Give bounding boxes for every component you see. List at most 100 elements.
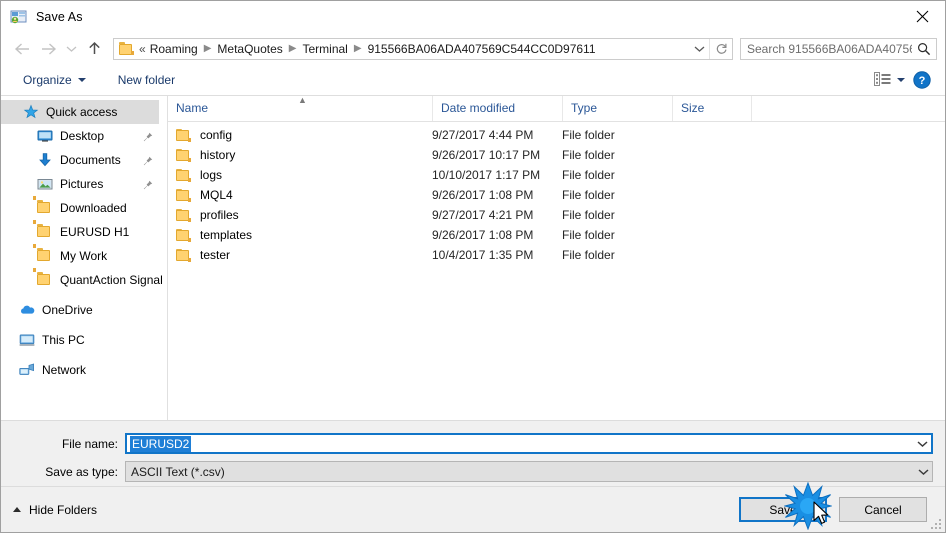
dialog-footer: Hide Folders Save Cancel: [1, 486, 945, 532]
sidebar-item-documents[interactable]: Documents: [1, 148, 167, 172]
sidebar-item-pictures[interactable]: Pictures: [1, 172, 167, 196]
file-type: File folder: [562, 168, 615, 182]
save-as-type-value: ASCII Text (*.csv): [131, 464, 225, 479]
sidebar-item-label: Downloaded: [60, 201, 127, 215]
chevron-down-icon[interactable]: [914, 468, 932, 476]
pin-icon[interactable]: [143, 131, 153, 142]
column-header-type[interactable]: Type: [562, 96, 672, 121]
sidebar-item-label: Pictures: [60, 177, 104, 191]
view-options-icon: [874, 71, 891, 89]
cancel-button-label: Cancel: [864, 502, 902, 517]
table-row[interactable]: history 9/26/2017 10:17 PM File folder: [168, 145, 945, 165]
chevron-down-icon[interactable]: [913, 440, 931, 448]
file-name: MQL4: [200, 188, 233, 202]
recent-locations-chevron-down-icon[interactable]: [61, 36, 81, 62]
new-folder-button[interactable]: New folder: [112, 65, 181, 95]
sidebar-item-label: Documents: [60, 153, 121, 167]
column-header-name[interactable]: ▲ Name: [168, 96, 432, 121]
breadcrumb-item-roaming[interactable]: Roaming: [149, 42, 199, 56]
up-arrow-icon[interactable]: [81, 36, 107, 62]
back-arrow-icon[interactable]: [9, 36, 35, 62]
pin-icon[interactable]: [143, 179, 153, 190]
breadcrumb: « Roaming ▶ MetaQuotes ▶ Terminal ▶ 9155…: [138, 42, 689, 56]
folder-icon: [176, 168, 192, 182]
sidebar-item-onedrive[interactable]: OneDrive: [1, 298, 167, 322]
view-options-button[interactable]: [870, 65, 909, 95]
breadcrumb-separator-icon: ▶: [353, 42, 362, 54]
folder-icon: [176, 148, 192, 162]
file-name-row: File name: EURUSD2: [1, 433, 945, 454]
help-icon[interactable]: ?: [913, 71, 931, 89]
save-as-type-select[interactable]: ASCII Text (*.csv): [125, 461, 933, 482]
file-name-input[interactable]: EURUSD2: [125, 433, 933, 454]
breadcrumb-item-terminal[interactable]: Terminal: [302, 42, 349, 56]
file-date: 9/26/2017 1:08 PM: [432, 188, 534, 202]
sidebar-item-this-pc[interactable]: This PC: [1, 328, 167, 352]
address-chevron-down-icon[interactable]: [689, 39, 709, 59]
table-row[interactable]: logs 10/10/2017 1:17 PM File folder: [168, 165, 945, 185]
sidebar-item-downloaded[interactable]: Downloaded: [1, 196, 167, 220]
resize-grip-icon[interactable]: [929, 517, 941, 529]
file-name: logs: [200, 168, 223, 182]
close-icon[interactable]: [899, 1, 945, 31]
documents-download-icon: [37, 152, 53, 168]
svg-text:?: ?: [919, 75, 926, 87]
sidebar-item-label: OneDrive: [42, 303, 93, 317]
file-name-cell: logs: [168, 168, 432, 182]
sidebar-item-desktop[interactable]: Desktop: [1, 124, 167, 148]
save-as-type-label: Save as type:: [45, 464, 118, 479]
column-header-size[interactable]: Size: [672, 96, 752, 121]
save-button[interactable]: Save: [739, 497, 827, 522]
folder-icon: [176, 128, 192, 142]
table-row[interactable]: config 9/27/2017 4:44 PM File folder: [168, 125, 945, 145]
hide-folders-button[interactable]: Hide Folders: [13, 503, 97, 517]
folder-icon: [33, 220, 53, 240]
dialog-body: Quick access Desktop Documents Pictures …: [1, 96, 945, 420]
table-row[interactable]: profiles 9/27/2017 4:21 PM File folder: [168, 205, 945, 225]
sidebar-item-network[interactable]: Network: [1, 358, 167, 382]
refresh-icon[interactable]: [709, 38, 732, 59]
sidebar-item-label: EURUSD H1: [60, 225, 130, 239]
column-header-date-modified[interactable]: Date modified: [432, 96, 562, 121]
breadcrumb-item-terminal-id[interactable]: 915566BA06ADA407569C544CC0D97611: [367, 42, 597, 56]
organize-button[interactable]: Organize: [17, 65, 92, 95]
file-name: tester: [200, 248, 231, 262]
folder-icon: [33, 244, 53, 264]
file-type: File folder: [562, 148, 615, 162]
folder-icon: [176, 248, 192, 262]
file-name-value: EURUSD2: [130, 435, 192, 452]
sidebar-item-eurusd-h1[interactable]: EURUSD H1: [1, 220, 167, 244]
file-type: File folder: [562, 228, 615, 242]
table-row[interactable]: templates 9/26/2017 1:08 PM File folder: [168, 225, 945, 245]
chevron-up-icon: [13, 507, 21, 512]
organize-label: Organize: [23, 73, 72, 87]
sidebar-item-quantaction-signal[interactable]: QuantAction Signal: [1, 268, 167, 292]
breadcrumb-overflow[interactable]: «: [138, 42, 149, 56]
file-name: config: [200, 128, 233, 142]
breadcrumb-separator-icon: ▶: [203, 42, 212, 54]
table-row[interactable]: MQL4 9/26/2017 1:08 PM File folder: [168, 185, 945, 205]
column-header-label: Type: [571, 101, 598, 115]
file-name-cell: config: [168, 128, 432, 142]
cancel-button[interactable]: Cancel: [839, 497, 927, 522]
breadcrumb-item-metaquotes[interactable]: MetaQuotes: [216, 42, 283, 56]
file-name-cell: templates: [168, 228, 432, 242]
sidebar-item-quick-access[interactable]: Quick access: [1, 100, 159, 124]
new-folder-label: New folder: [117, 73, 176, 87]
file-name: templates: [200, 228, 253, 242]
pictures-icon: [37, 176, 53, 192]
search-input[interactable]: Search 915566BA06ADA40756...: [740, 37, 937, 60]
file-name-label: File name:: [61, 436, 118, 451]
address-bar[interactable]: « Roaming ▶ MetaQuotes ▶ Terminal ▶ 9155…: [113, 37, 733, 60]
forward-arrow-icon[interactable]: [35, 36, 61, 62]
file-date: 10/4/2017 1:35 PM: [432, 248, 534, 262]
pin-icon[interactable]: [143, 155, 153, 166]
table-row[interactable]: tester 10/4/2017 1:35 PM File folder: [168, 245, 945, 265]
save-as-dialog: Save As « Roaming ▶ MetaQuotes ▶ Termina…: [0, 0, 946, 533]
title-bar: Save As: [1, 1, 945, 32]
sidebar-item-my-work[interactable]: My Work: [1, 244, 167, 268]
folder-icon: [176, 208, 192, 222]
chevron-down-icon: [77, 78, 86, 82]
file-rows: config 9/27/2017 4:44 PM File folder his…: [168, 122, 945, 420]
column-header-label: Name: [176, 101, 209, 115]
